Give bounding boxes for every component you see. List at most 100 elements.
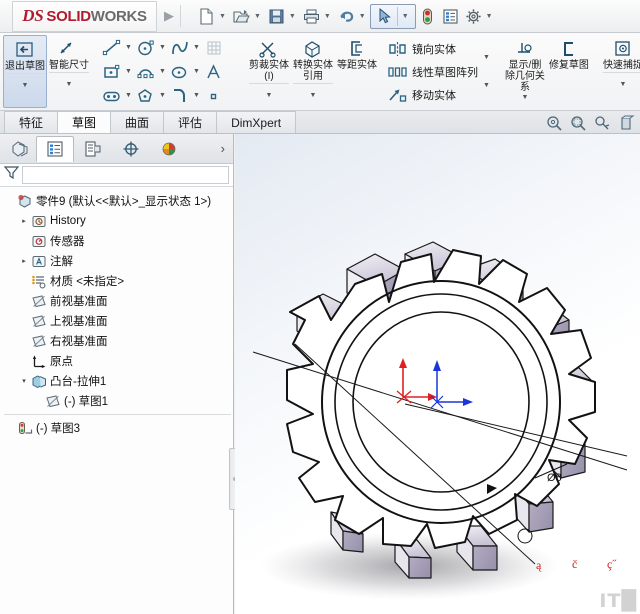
- rectangle-tool[interactable]: ▼: [101, 60, 135, 84]
- trim-entities-button[interactable]: 剪裁实体(I) ▼: [247, 35, 291, 108]
- relation-mark-2[interactable]: č: [572, 557, 577, 572]
- text-tool[interactable]: [203, 60, 237, 84]
- tree-expander-icon[interactable]: ▾: [18, 377, 30, 385]
- display-delete-relations-button[interactable]: 显示/删除几何关系 ▼: [503, 35, 547, 108]
- tree-item-material[interactable]: 材质 <未指定>: [4, 271, 233, 291]
- ellipse-tool[interactable]: ▼: [169, 60, 203, 84]
- point-tool[interactable]: [203, 84, 237, 108]
- tab-surfaces[interactable]: 曲面: [110, 111, 165, 133]
- previous-view-icon[interactable]: [593, 114, 612, 133]
- line-tool-caret-icon[interactable]: ▼: [125, 44, 132, 51]
- options-list-icon[interactable]: [440, 6, 461, 27]
- tab-sketch[interactable]: 草图: [57, 111, 112, 133]
- zoom-to-fit-icon[interactable]: [545, 114, 564, 133]
- fm-tab-property-manager[interactable]: [74, 136, 112, 162]
- grid-tool[interactable]: [203, 36, 237, 60]
- new-document-icon[interactable]: [196, 6, 217, 27]
- feature-manager-panel: › 零件9 (默认<<默认>_显示状态 1>) ▸ History 传感器 ▸ 注解材质 …: [0, 134, 234, 614]
- fm-tab-model[interactable]: [4, 136, 36, 162]
- linear-sketch-pattern-button[interactable]: 线性草图阵列: [387, 60, 478, 83]
- spline-tool[interactable]: ▼: [169, 36, 203, 60]
- graphics-viewport[interactable]: Ø8 ą č ç˝ IT█: [235, 134, 640, 614]
- circle-tool-caret-icon[interactable]: ▼: [159, 44, 166, 51]
- save-document-icon[interactable]: [266, 6, 287, 27]
- arc-tool[interactable]: ▼: [135, 60, 169, 84]
- fm-expand-chevron-icon[interactable]: ›: [221, 141, 225, 156]
- circle-tool[interactable]: ▼: [135, 36, 169, 60]
- slot-tool-caret-icon[interactable]: ▼: [125, 92, 132, 99]
- fm-tab-configuration[interactable]: [112, 136, 150, 162]
- tree-item-top-plane[interactable]: 上视基准面: [4, 311, 233, 331]
- tab-features[interactable]: 特征: [4, 111, 59, 133]
- rebuild-icon[interactable]: [417, 6, 438, 27]
- quick-snaps-dropdown[interactable]: ▼: [602, 72, 640, 91]
- annotation-icon: [30, 253, 48, 269]
- print-document-dropdown-caret-icon[interactable]: ▼: [324, 13, 331, 20]
- open-document-dropdown-caret-icon[interactable]: ▼: [254, 13, 261, 20]
- undo-icon[interactable]: [336, 6, 357, 27]
- rectangle-tool-caret-icon[interactable]: ▼: [125, 68, 132, 75]
- fillet-tool[interactable]: ▼: [169, 84, 203, 108]
- tree-item-boss-extrude1[interactable]: ▾ 凸台-拉伸1: [4, 371, 233, 391]
- ribbon-overflow-carets[interactable]: ▼ ▼: [480, 35, 493, 108]
- quick-snaps-button[interactable]: 快速捕捉 ▼: [601, 35, 640, 108]
- tree-item-sensors[interactable]: 传感器: [4, 231, 233, 251]
- display-delete-relations-dropdown[interactable]: ▼: [521, 94, 528, 101]
- open-document-icon[interactable]: [231, 6, 252, 27]
- select-icon[interactable]: [374, 6, 395, 27]
- repair-sketch-button[interactable]: 修复草图: [547, 35, 591, 108]
- print-document-icon[interactable]: [301, 6, 322, 27]
- active-sketch-icon: [16, 420, 34, 436]
- polygon-tool[interactable]: ▼: [135, 84, 169, 108]
- spline-tool-caret-icon[interactable]: ▼: [193, 44, 200, 51]
- settings-icon[interactable]: [463, 6, 484, 27]
- menu-expand-arrow-icon[interactable]: ▶: [164, 8, 174, 24]
- smart-dimension-dropdown[interactable]: ▼: [49, 72, 89, 91]
- tree-item-right-plane[interactable]: 右视基准面: [4, 331, 233, 351]
- move-entities-button[interactable]: 移动实体: [387, 83, 478, 106]
- arc-tool-caret-icon[interactable]: ▼: [159, 68, 166, 75]
- exit-sketch-dropdown[interactable]: ▼: [5, 73, 45, 92]
- diameter-dimension[interactable]: Ø8: [547, 472, 562, 484]
- tree-expander-icon[interactable]: ▸: [18, 257, 30, 265]
- tree-item-boss-extrude1-label: 凸台-拉伸1: [50, 376, 107, 388]
- tree-item-front-plane[interactable]: 前视基准面: [4, 291, 233, 311]
- tab-dimxpert[interactable]: DimXpert: [216, 111, 297, 133]
- relation-mark-1[interactable]: ą: [536, 558, 541, 573]
- polygon-tool-caret-icon[interactable]: ▼: [159, 92, 166, 99]
- new-document-dropdown-caret-icon[interactable]: ▼: [219, 13, 226, 20]
- tab-evaluate[interactable]: 评估: [163, 111, 218, 133]
- ellipse-tool-caret-icon[interactable]: ▼: [193, 68, 200, 75]
- settings-dropdown-caret-icon[interactable]: ▼: [486, 13, 493, 20]
- tree-item-part[interactable]: 零件9 (默认<<默认>_显示状态 1>): [4, 191, 233, 211]
- undo-dropdown-caret-icon[interactable]: ▼: [359, 13, 366, 20]
- trim-entities-dropdown[interactable]: ▼: [249, 83, 289, 102]
- tree-item-sketch3[interactable]: (-) 草图3: [4, 418, 233, 438]
- line-tool[interactable]: ▼: [101, 36, 135, 60]
- rollback-bar[interactable]: [4, 414, 231, 415]
- tree-item-annotations[interactable]: ▸ 注解: [4, 251, 233, 271]
- fillet-tool-caret-icon[interactable]: ▼: [193, 92, 200, 99]
- tree-item-sketch1[interactable]: (-) 草图1: [4, 391, 233, 411]
- fm-tab-display-manager[interactable]: [150, 136, 188, 162]
- fm-tab-feature-tree[interactable]: [36, 135, 74, 162]
- tree-item-material-label: 材质 <未指定>: [50, 276, 125, 288]
- convert-entities-dropdown[interactable]: ▼: [293, 83, 333, 102]
- zoom-to-area-icon[interactable]: [569, 114, 588, 133]
- smart-dimension-button[interactable]: 智能尺寸 ▼: [47, 35, 91, 108]
- feature-tree-filter-input[interactable]: [22, 166, 229, 184]
- tree-expander-icon[interactable]: ▸: [18, 217, 30, 225]
- mirror-entities-button[interactable]: 镜向实体: [387, 37, 478, 60]
- offset-entities-button[interactable]: 等距实体: [335, 35, 379, 108]
- relation-mark-3[interactable]: ç˝: [607, 557, 616, 572]
- save-document-dropdown-caret-icon[interactable]: ▼: [289, 13, 296, 20]
- feature-manager-tab-strip: ›: [0, 134, 233, 164]
- solidworks-logo[interactable]: DS SOLIDWORKS: [12, 0, 157, 32]
- exit-sketch-button[interactable]: 退出草图 ▼: [3, 35, 47, 108]
- tree-item-origin[interactable]: 原点: [4, 351, 233, 371]
- tree-item-history[interactable]: ▸ History: [4, 211, 233, 231]
- convert-entities-button[interactable]: 转换实体引用 ▼: [291, 35, 335, 108]
- select-dropdown-caret-icon[interactable]: ▼: [396, 6, 409, 26]
- section-view-icon[interactable]: [617, 114, 636, 133]
- slot-tool[interactable]: ▼: [101, 84, 135, 108]
